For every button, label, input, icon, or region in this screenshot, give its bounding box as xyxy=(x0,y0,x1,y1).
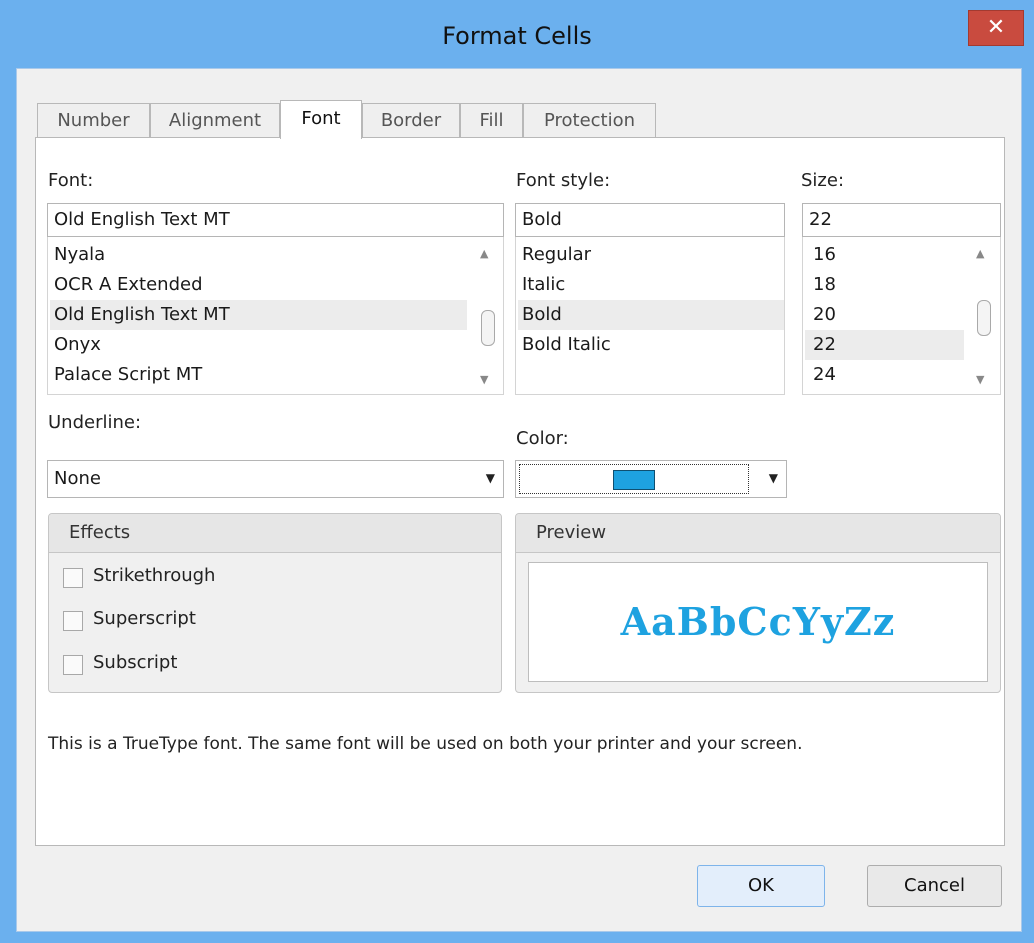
underline-value: None xyxy=(54,468,101,489)
preview-sample-text: AaBbCcYyZz xyxy=(620,599,896,644)
color-label: Color: xyxy=(516,428,569,449)
font-style-item[interactable]: Regular xyxy=(522,240,591,270)
tab-font[interactable]: Font xyxy=(280,100,362,139)
strikethrough-checkbox[interactable] xyxy=(63,568,83,588)
preview-header: Preview xyxy=(516,514,1000,553)
size-item-selected[interactable]: 22 xyxy=(813,330,836,360)
size-item[interactable]: 20 xyxy=(813,300,836,330)
effects-group: Effects Strikethrough Superscript Subscr… xyxy=(48,513,502,693)
scroll-down-icon[interactable]: ▼ xyxy=(976,373,984,386)
subscript-label[interactable]: Subscript xyxy=(93,652,177,673)
ok-button[interactable]: OK xyxy=(697,865,825,907)
chevron-down-icon: ▼ xyxy=(485,471,495,485)
effects-header: Effects xyxy=(49,514,501,553)
size-item[interactable]: 18 xyxy=(813,270,836,300)
font-list-item[interactable]: Nyala xyxy=(54,240,105,270)
scroll-thumb[interactable] xyxy=(977,300,991,336)
chevron-down-icon: ▼ xyxy=(768,471,778,485)
preview-group: Preview AaBbCcYyZz xyxy=(515,513,1001,693)
scroll-down-icon[interactable]: ▼ xyxy=(480,373,488,386)
subscript-checkbox[interactable] xyxy=(63,655,83,675)
font-style-label: Font style: xyxy=(516,170,611,191)
font-style-list[interactable]: Regular Italic Bold Bold Italic xyxy=(515,237,785,395)
preview-box: AaBbCcYyZz xyxy=(528,562,988,682)
cancel-button[interactable]: Cancel xyxy=(867,865,1002,907)
tab-border[interactable]: Border xyxy=(362,103,460,137)
close-icon: ✕ xyxy=(986,15,1006,40)
font-list-item[interactable]: OCR A Extended xyxy=(54,270,203,300)
superscript-checkbox[interactable] xyxy=(63,611,83,631)
close-button[interactable]: ✕ xyxy=(968,10,1024,46)
underline-dropdown[interactable]: None ▼ xyxy=(47,460,504,498)
scroll-up-icon[interactable]: ▲ xyxy=(480,247,488,260)
font-style-input[interactable]: Bold xyxy=(515,203,785,237)
font-list-item-selected[interactable]: Old English Text MT xyxy=(54,300,230,330)
preview-title: Preview xyxy=(536,522,607,543)
font-list-item[interactable]: Onyx xyxy=(54,330,101,360)
strikethrough-label[interactable]: Strikethrough xyxy=(93,565,215,586)
title-bar[interactable]: Format Cells ✕ xyxy=(0,0,1034,78)
scroll-up-icon[interactable]: ▲ xyxy=(976,247,984,260)
font-style-item[interactable]: Bold Italic xyxy=(522,330,611,360)
tab-alignment[interactable]: Alignment xyxy=(150,103,280,137)
tab-fill[interactable]: Fill xyxy=(460,103,523,137)
font-name-input[interactable]: Old English Text MT xyxy=(47,203,504,237)
font-label: Font: xyxy=(48,170,94,191)
size-item[interactable]: 24 xyxy=(813,360,836,390)
font-list-item[interactable]: Palace Script MT xyxy=(54,360,202,390)
color-swatch xyxy=(613,470,655,490)
font-tab-panel: Font: Old English Text MT Nyala OCR A Ex… xyxy=(35,137,1005,846)
tab-number[interactable]: Number xyxy=(37,103,150,137)
dialog-body: Number Alignment Font Border Fill Protec… xyxy=(16,68,1022,932)
font-style-item[interactable]: Italic xyxy=(522,270,565,300)
effects-title: Effects xyxy=(69,522,131,543)
tab-protection[interactable]: Protection xyxy=(523,103,656,137)
superscript-label[interactable]: Superscript xyxy=(93,608,196,629)
dialog-title: Format Cells xyxy=(442,22,592,50)
format-cells-dialog: Format Cells ✕ Number Alignment Font Bor… xyxy=(0,0,1034,943)
underline-label: Underline: xyxy=(48,412,142,433)
size-label: Size: xyxy=(801,170,845,191)
font-list-scrollbar[interactable]: ▲ ▼ xyxy=(473,237,503,394)
font-info-text: This is a TrueType font. The same font w… xyxy=(48,734,803,754)
font-list[interactable]: Nyala OCR A Extended Old English Text MT… xyxy=(47,237,504,395)
font-style-item-selected[interactable]: Bold xyxy=(522,300,562,330)
scroll-thumb[interactable] xyxy=(481,310,495,346)
size-list-scrollbar[interactable]: ▲ ▼ xyxy=(969,237,999,394)
size-item[interactable]: 16 xyxy=(813,240,836,270)
size-list[interactable]: 16 18 20 22 24 ▲ ▼ xyxy=(802,237,1001,395)
color-picker[interactable]: ▼ xyxy=(515,460,787,498)
size-input[interactable]: 22 xyxy=(802,203,1001,237)
